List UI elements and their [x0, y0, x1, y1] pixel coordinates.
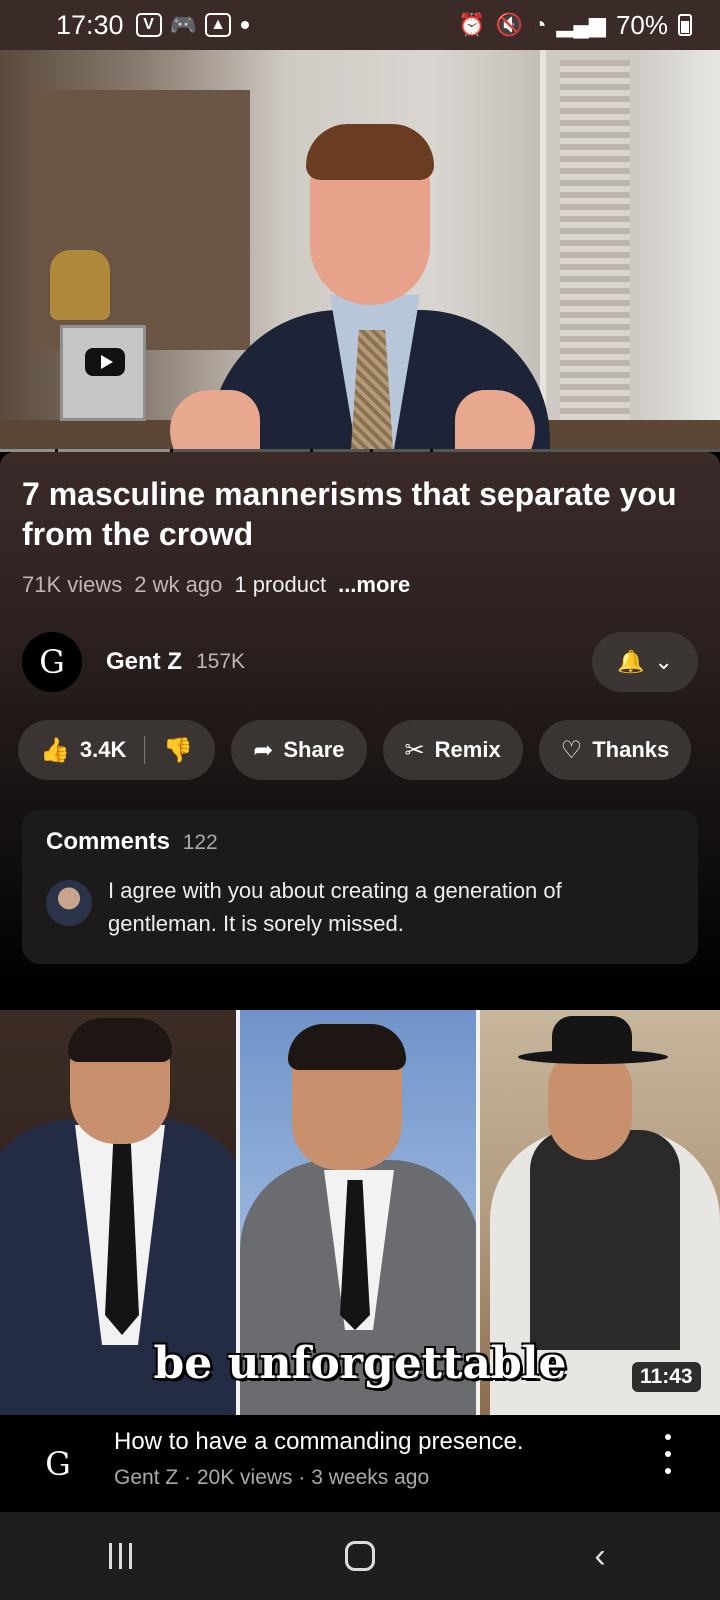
subscriber-count: 157K — [196, 650, 246, 673]
comments-header: Comments 122 — [46, 828, 674, 856]
status-time: 17:30 — [56, 9, 124, 40]
action-bar: 👍 3.4K 👎 ➦ Share ✂ Remix ♡ Thanks — [18, 720, 720, 780]
channel-avatar[interactable]: G — [22, 632, 82, 692]
next-video-title[interactable]: How to have a commanding presence. — [114, 1428, 524, 1456]
more-options-icon[interactable] — [658, 1434, 678, 1474]
background-louver — [560, 60, 630, 440]
next-video-row[interactable]: G How to have a commanding presence. Gen… — [0, 1420, 720, 1510]
share-label: Share — [283, 737, 345, 762]
remix-icon: ✂ — [404, 736, 425, 764]
system-icons: ⏰ 🔇 ◔ ▂▄▆ 70% — [458, 10, 692, 41]
product-link[interactable]: 1 product — [234, 572, 326, 598]
bell-icon: 🔔 — [617, 649, 645, 674]
like-count: 3.4K — [79, 737, 127, 762]
top-comment-text: I agree with you about creating a genera… — [108, 878, 562, 936]
gamepad-icon: 🎮 — [169, 12, 197, 37]
share-icon: ➦ — [253, 736, 274, 764]
notification-icons: V 🎮 ▲ — [135, 12, 231, 38]
video-title[interactable]: 7 masculine mannerisms that separate you… — [22, 474, 702, 554]
battery-icon — [678, 14, 692, 36]
chevron-down-icon: ⌄ — [654, 649, 673, 674]
image-icon: ▲ — [204, 13, 231, 37]
heart-dollar-icon: ♡ — [560, 736, 583, 764]
comments-label: Comments — [46, 828, 171, 855]
like-divider — [144, 736, 146, 764]
youtube-play-icon — [85, 348, 125, 376]
like-dislike-button[interactable]: 👍 3.4K 👎 — [18, 720, 216, 780]
video-meta[interactable]: 71K views 2 wk ago 1 product ...more — [22, 572, 410, 598]
video-duration: 11:43 — [632, 1362, 701, 1392]
mute-icon: 🔇 — [495, 12, 524, 37]
upload-age: 2 wk ago — [134, 572, 223, 597]
presenter-left-hand — [170, 390, 260, 452]
play-button-plaque — [60, 325, 146, 421]
view-count: 71K views — [22, 572, 123, 597]
alarm-icon: ⏰ — [458, 12, 486, 37]
more-notifications-dot — [240, 21, 249, 29]
commenter-avatar — [46, 880, 92, 926]
remix-button[interactable]: ✂ Remix — [382, 720, 523, 780]
channel-row[interactable]: G Gent Z 157K 🔔 ⌄ — [22, 630, 698, 694]
battery-percent: 70% — [615, 9, 668, 40]
recent-apps-icon — [108, 1543, 132, 1569]
home-button[interactable] — [320, 1526, 400, 1586]
next-video-channel-avatar[interactable]: G — [28, 1434, 88, 1494]
comments-card[interactable]: Comments 122 I agree with you about crea… — [22, 810, 698, 964]
wifi-icon: ◔ — [533, 12, 547, 37]
back-icon: ‹ — [594, 1536, 606, 1575]
background-kettle — [50, 250, 110, 320]
thumbs-down-icon[interactable]: 👎 — [163, 736, 193, 765]
signal-icon: ▂▄▆ — [556, 12, 606, 37]
thanks-button[interactable]: ♡ Thanks — [538, 720, 692, 780]
next-video-meta: Gent Z · 20K views · 3 weeks ago — [114, 1466, 430, 1489]
back-button[interactable]: ‹ — [560, 1526, 640, 1586]
subscription-bell-button[interactable]: 🔔 ⌄ — [592, 632, 698, 692]
status-bar: 17:30 V 🎮 ▲ ⏰ 🔇 ◔ ▂▄▆ 70% — [0, 0, 720, 50]
channel-name[interactable]: Gent Z — [106, 648, 182, 676]
system-nav-bar: ‹ — [0, 1512, 720, 1600]
presenter-hair — [306, 124, 434, 180]
recent-apps-button[interactable] — [80, 1526, 160, 1586]
video-player[interactable] — [0, 50, 720, 452]
remix-label: Remix — [434, 737, 501, 762]
top-comment[interactable]: I agree with you about creating a genera… — [46, 874, 674, 940]
v-icon: V — [135, 13, 162, 37]
comments-count: 122 — [182, 831, 218, 854]
thumbnail-caption: be unforgettable — [153, 1338, 567, 1389]
share-button[interactable]: ➦ Share — [231, 720, 367, 780]
thumbs-up-icon[interactable]: 👍 — [40, 736, 70, 765]
more-link[interactable]: ...more — [338, 572, 410, 598]
thanks-label: Thanks — [592, 737, 670, 762]
home-icon — [345, 1541, 375, 1571]
